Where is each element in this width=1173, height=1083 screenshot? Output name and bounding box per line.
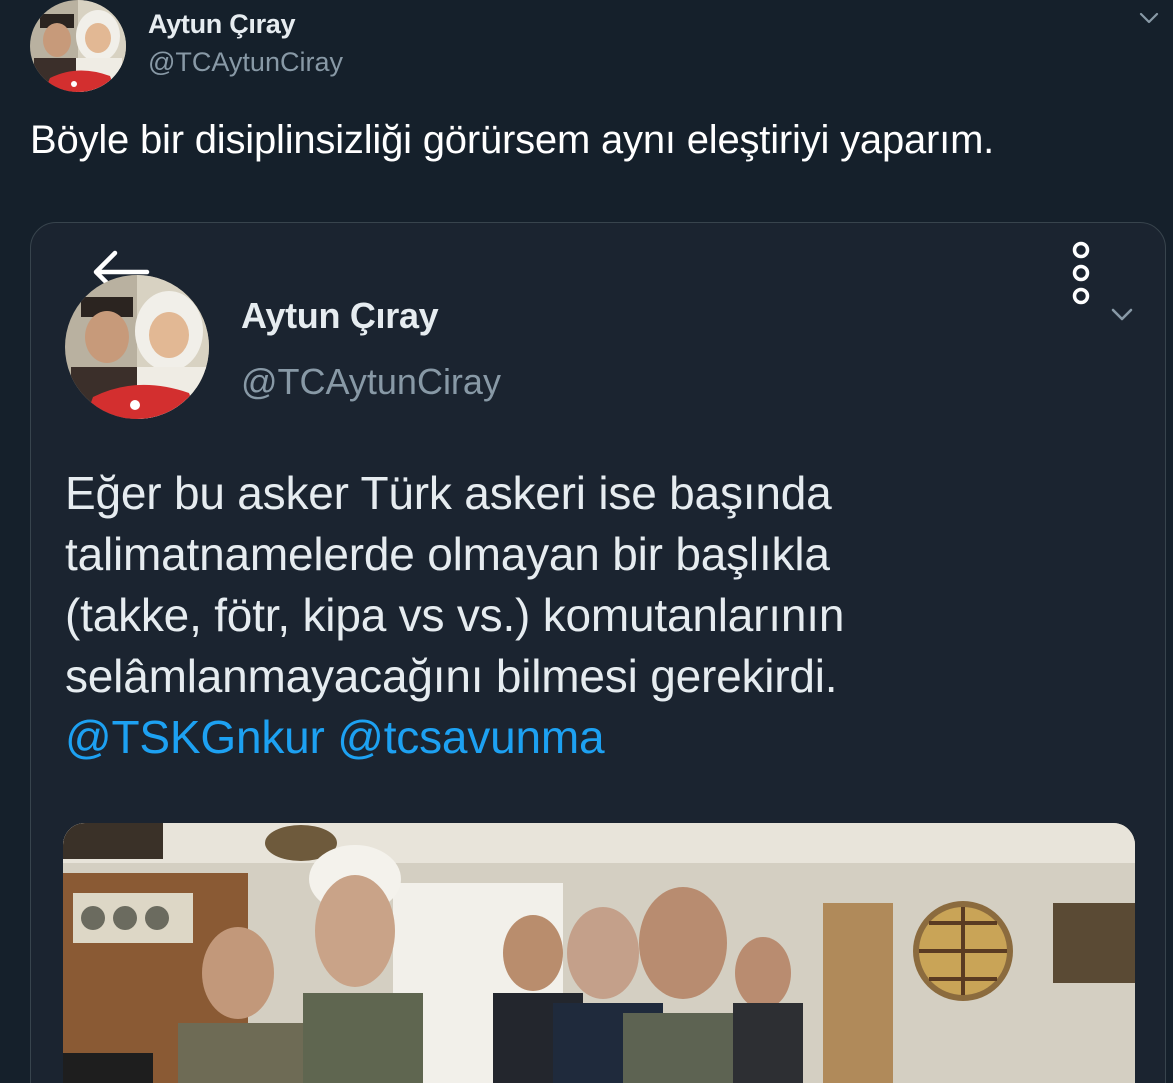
author-handle[interactable]: @TCAytunCiray	[148, 47, 343, 78]
vertical-dots-icon	[1068, 239, 1094, 307]
quoted-tweet-body: Eğer bu asker Türk askeri ise başında ta…	[65, 463, 1125, 768]
chevron-down-icon	[1109, 305, 1135, 323]
tweet-page: Aytun Çıray @TCAytunCiray Böyle bir disi…	[0, 0, 1173, 1083]
tweet-text: Böyle bir disiplinsizliği görürsem aynı …	[30, 118, 995, 162]
mention-link: @TSKGnkur	[65, 711, 325, 763]
author-name[interactable]: Aytun Çıray	[148, 9, 296, 40]
embedded-screenshot-card[interactable]: Aytun Çıray @TCAytunCiray Eğer bu asker …	[30, 222, 1166, 1083]
body-line: talimatnamelerde olmayan bir başlıkla	[65, 528, 830, 580]
body-line: Eğer bu asker Türk askeri ise başında	[65, 467, 832, 519]
embedded-photo	[63, 823, 1135, 1083]
quoted-author-name: Aytun Çıray	[241, 295, 439, 336]
body-line: selâmlanmayacağını bilmesi gerekirdi.	[65, 650, 838, 702]
chevron-down-icon[interactable]	[1138, 10, 1160, 26]
body-line: (takke, fötr, kipa vs vs.) komutanlarını…	[65, 589, 845, 641]
mention-link: @tcsavunma	[337, 711, 605, 763]
author-avatar[interactable]	[30, 0, 126, 92]
quoted-author-avatar	[65, 275, 209, 419]
mentions-line: @TSKGnkur @tcsavunma	[65, 707, 1125, 768]
quoted-author-handle: @TCAytunCiray	[241, 361, 501, 402]
